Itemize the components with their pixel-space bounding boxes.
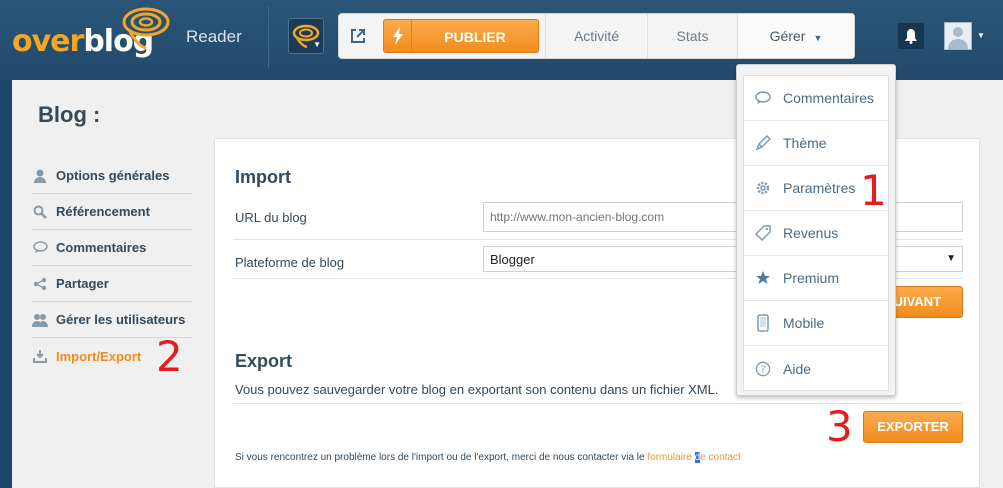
share-icon bbox=[32, 277, 48, 291]
search-icon bbox=[32, 205, 48, 219]
export-button[interactable]: EXPORTER bbox=[863, 411, 963, 443]
annotation-two: 2 bbox=[156, 332, 183, 381]
page-title: Blog : bbox=[38, 102, 101, 127]
menu-item-revenus[interactable]: Revenus bbox=[744, 211, 888, 256]
menu-item-premium[interactable]: Premium bbox=[744, 256, 888, 301]
overblog-logo[interactable]: overblog bbox=[12, 6, 172, 59]
menu-item-theme[interactable]: Thème bbox=[744, 121, 888, 166]
bell-icon[interactable] bbox=[898, 23, 924, 49]
mobile-icon bbox=[755, 314, 771, 332]
chevron-down-icon[interactable]: ▼ bbox=[977, 31, 985, 40]
divider bbox=[268, 6, 269, 68]
sidebar-item-commentaires[interactable]: Commentaires bbox=[32, 230, 192, 266]
annotation-one: 1 bbox=[860, 166, 887, 215]
sidebar-item-referencement[interactable]: Référencement bbox=[32, 194, 192, 230]
help-icon: ? bbox=[755, 360, 771, 378]
menu-item-commentaires[interactable]: Commentaires bbox=[744, 76, 888, 121]
export-description: Vous pouvez sauvegarder votre blog en ex… bbox=[235, 382, 719, 397]
sidebar-item-partager[interactable]: Partager bbox=[32, 266, 192, 302]
annotation-three: 3 bbox=[826, 402, 853, 451]
export-title: Export bbox=[235, 351, 293, 371]
platform-label: Plateforme de blog bbox=[235, 255, 345, 270]
tab-activite[interactable]: Activité bbox=[545, 14, 647, 58]
reader-link[interactable]: Reader bbox=[186, 27, 242, 47]
chevron-down-icon: ▼ bbox=[813, 33, 823, 43]
menu-item-mobile[interactable]: Mobile bbox=[744, 301, 888, 346]
publish-button[interactable]: PUBLIER bbox=[383, 19, 539, 53]
tab-stats[interactable]: Stats bbox=[647, 14, 737, 58]
chevron-down-icon: ▼ bbox=[946, 253, 956, 264]
divider bbox=[233, 403, 963, 404]
menu-item-aide[interactable]: ? Aide bbox=[744, 346, 888, 391]
gerer-dropdown-menu: Commentaires Thème Paramètres Revenus Pr… bbox=[736, 64, 896, 396]
blog-switcher-button[interactable]: ▼ bbox=[288, 18, 324, 54]
comment-icon bbox=[755, 91, 771, 105]
comment-icon bbox=[32, 241, 48, 254]
import-title: Import bbox=[235, 167, 291, 187]
download-icon bbox=[32, 349, 48, 363]
lightning-icon bbox=[384, 20, 412, 52]
swirl-logo-icon bbox=[122, 7, 170, 50]
gear-icon bbox=[755, 180, 771, 196]
sidebar-item-options-generales[interactable]: Options générales bbox=[32, 158, 192, 194]
user-icon bbox=[32, 169, 48, 183]
chevron-down-icon: ▼ bbox=[313, 40, 321, 49]
brush-icon bbox=[755, 135, 771, 151]
star-icon bbox=[755, 270, 771, 286]
tab-gerer[interactable]: Gérer ▼ bbox=[737, 14, 854, 58]
help-note: Si vous rencontrez un problème lors de l… bbox=[235, 452, 741, 463]
external-link-icon[interactable] bbox=[339, 14, 377, 58]
url-label: URL du blog bbox=[235, 210, 307, 225]
tag-icon bbox=[755, 225, 771, 241]
users-icon bbox=[32, 313, 48, 327]
contact-form-link[interactable]: formulaire de contact bbox=[647, 452, 741, 463]
user-avatar-icon[interactable] bbox=[944, 22, 972, 50]
svg-text:?: ? bbox=[760, 364, 765, 375]
main-nav: PUBLIER Activité Stats Gérer ▼ bbox=[338, 13, 855, 59]
